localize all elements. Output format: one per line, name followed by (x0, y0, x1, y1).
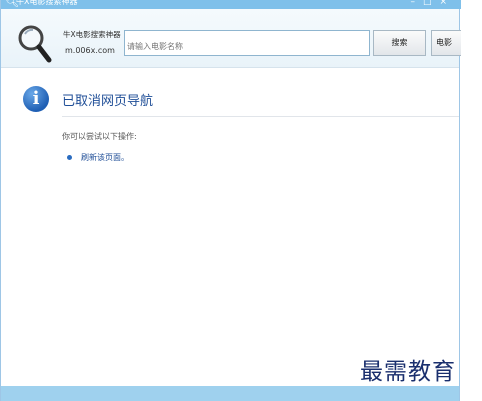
app-window: 🔍︎ 牛X电影搜索神器 –□× 牛X电影搜索神器 m.006x.com 搜索 电… (0, 0, 461, 401)
hint-text: 你可以尝试以下操作: (62, 132, 137, 141)
minimize-icon[interactable]: – (410, 0, 423, 7)
search-button[interactable]: 搜索 (373, 30, 426, 56)
magnifier-icon (18, 25, 52, 63)
title-bar[interactable]: 🔍︎ 牛X电影搜索神器 –□× (1, 0, 461, 9)
divider (62, 116, 459, 117)
app-url: m.006x.com (65, 46, 115, 55)
status-bar (1, 386, 459, 401)
close-icon[interactable]: × (439, 0, 455, 7)
page-title: 已取消网页导航 (62, 94, 154, 109)
watermark: 最需教育 (360, 359, 456, 385)
search-input[interactable] (124, 30, 370, 56)
navigation-cancelled-page: i 已取消网页导航 你可以尝试以下操作: 刷新该页面。 (1, 68, 459, 386)
app-name: 牛X电影搜索神器 (63, 30, 121, 39)
info-icon: i (23, 86, 49, 112)
movie-button[interactable]: 电影 (431, 30, 461, 56)
maximize-icon[interactable]: □ (423, 0, 440, 7)
refresh-page-link[interactable]: 刷新该页面。 (81, 152, 129, 163)
window-title: 牛X电影搜索神器 (16, 0, 78, 6)
bullet-icon (67, 155, 72, 160)
toolbar: 牛X电影搜索神器 m.006x.com 搜索 电影 (1, 9, 461, 68)
window-controls[interactable]: –□× (410, 0, 455, 8)
